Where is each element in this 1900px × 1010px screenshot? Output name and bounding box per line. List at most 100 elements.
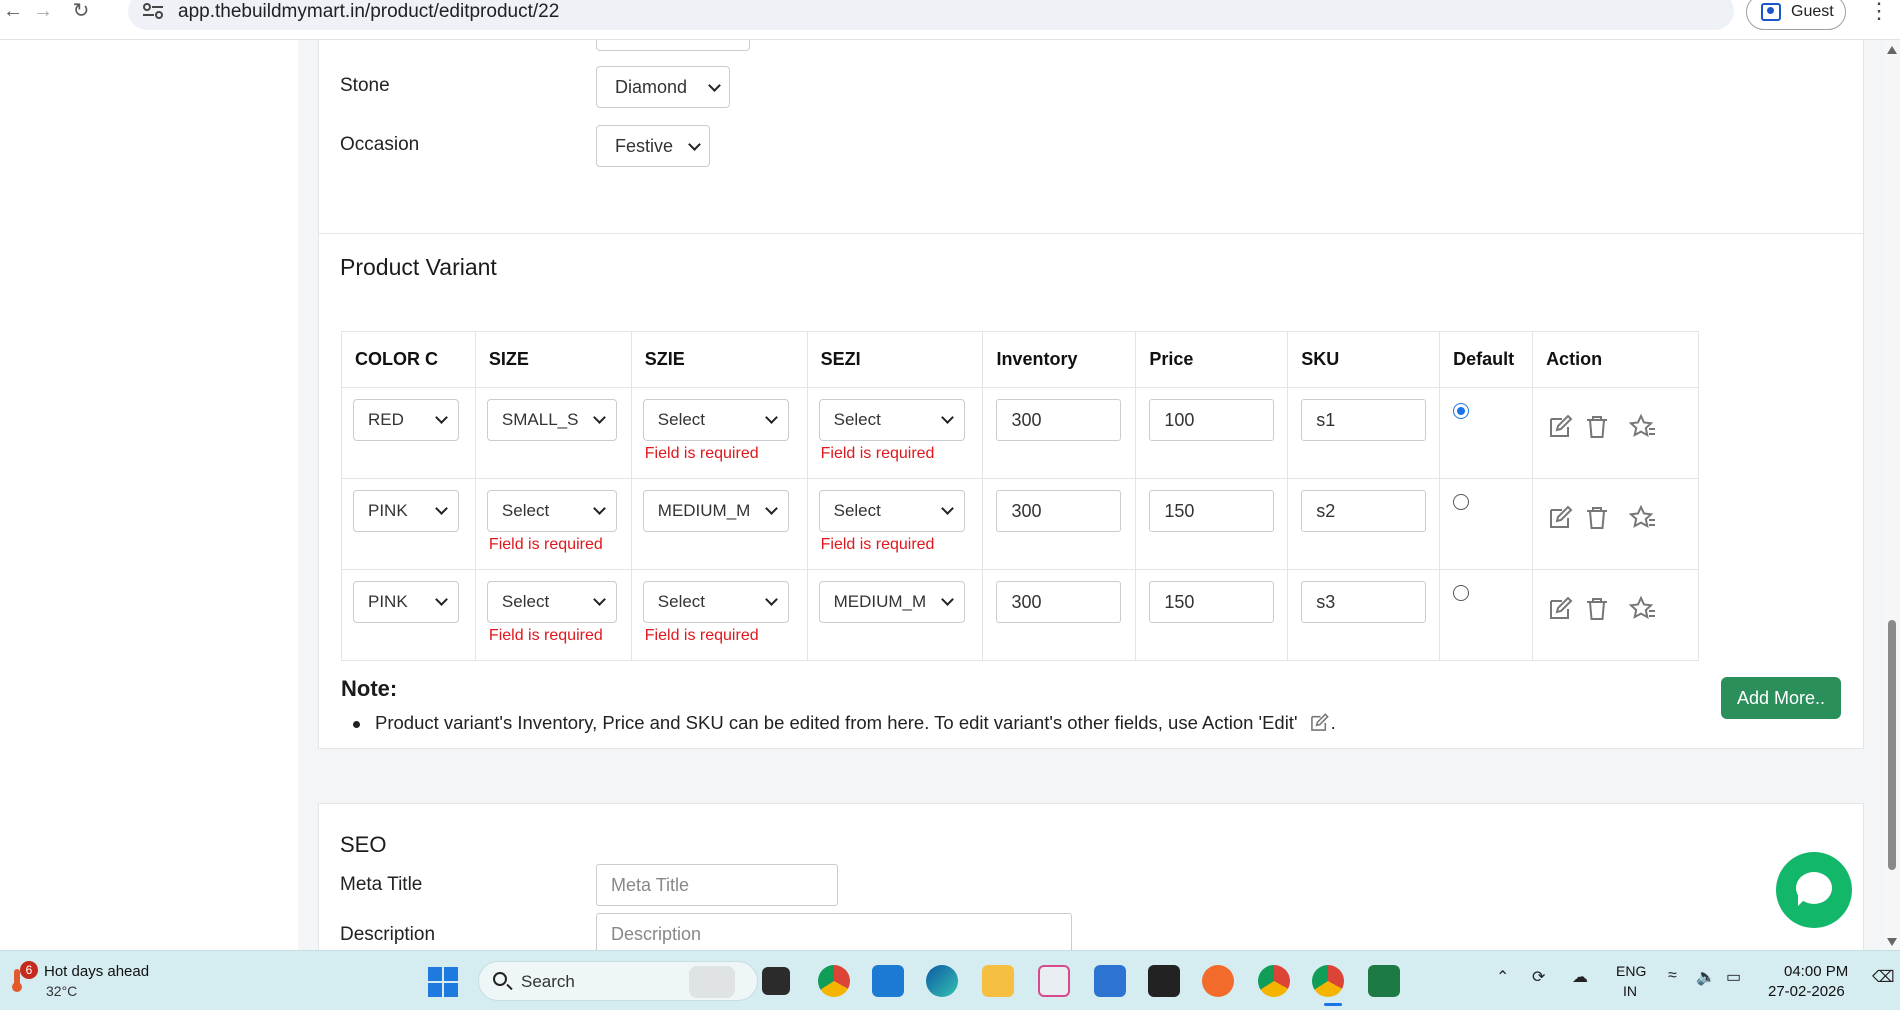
edit-icon[interactable] — [1546, 413, 1574, 441]
app-icon[interactable] — [1148, 965, 1180, 997]
site-settings-icon[interactable] — [142, 2, 164, 20]
favorite-icon[interactable] — [1629, 595, 1657, 623]
notification-icon[interactable]: ⌫ — [1872, 967, 1895, 987]
color-select[interactable]: PINK — [353, 581, 459, 623]
inventory-input[interactable]: 300 — [996, 581, 1122, 623]
error-message: Field is required — [644, 627, 759, 644]
task-view-icon[interactable] — [762, 967, 790, 995]
price-input[interactable]: 100 — [1149, 399, 1275, 441]
network-status-icon[interactable]: ☁ — [1572, 967, 1588, 987]
postman-icon[interactable] — [1202, 965, 1234, 997]
default-radio[interactable] — [1453, 403, 1470, 419]
add-more-button[interactable]: Add More.. — [1721, 677, 1841, 719]
partial-select[interactable] — [596, 40, 750, 51]
excel-icon[interactable] — [1368, 965, 1400, 997]
weather-temp[interactable]: 32°C — [46, 983, 77, 999]
url-text[interactable]: app.thebuildmymart.in/product/editproduc… — [178, 1, 559, 23]
table-cell: 300 — [982, 569, 1137, 661]
clock-date[interactable]: 27-02-2026 — [1768, 983, 1845, 1000]
meta-title-input[interactable]: Meta Title — [596, 864, 838, 906]
sezi-select[interactable]: Select — [818, 399, 965, 441]
chrome-icon[interactable] — [1258, 965, 1290, 997]
chrome-active-icon[interactable] — [1312, 965, 1344, 997]
back-icon[interactable]: ← — [0, 0, 26, 24]
description-input[interactable]: Description — [596, 913, 1072, 950]
color-value: PINK — [368, 592, 408, 611]
scroll-thumb[interactable] — [1888, 620, 1896, 870]
size-select[interactable]: Select — [486, 490, 617, 532]
sync-icon[interactable]: ⟳ — [1532, 967, 1545, 987]
table-cell: MEDIUM_M — [630, 478, 808, 570]
clock-time[interactable]: 04:00 PM — [1784, 963, 1848, 980]
table-header-row: COLOR C SIZE SZIE SEZI Inventory Price S… — [341, 331, 1699, 388]
sku-input[interactable]: s3 — [1301, 581, 1427, 623]
sku-input[interactable]: s2 — [1301, 490, 1427, 532]
sezi-select[interactable]: MEDIUM_M — [818, 581, 965, 623]
chevron-down-icon — [593, 593, 606, 606]
scroll-up-icon[interactable] — [1887, 46, 1897, 54]
column-header: Inventory — [982, 331, 1137, 388]
table-cell: s2 — [1287, 478, 1441, 570]
edge-icon[interactable] — [926, 965, 958, 997]
product-variant-title: Product Variant — [340, 254, 497, 280]
windows-start-icon[interactable] — [428, 967, 458, 997]
table-cell: RED — [341, 387, 476, 479]
scroll-down-icon[interactable] — [1887, 938, 1897, 946]
wifi-icon[interactable]: ≈ — [1668, 967, 1677, 985]
address-bar[interactable]: app.thebuildmymart.in/product/editproduc… — [128, 0, 1734, 30]
notepad-icon[interactable] — [1094, 965, 1126, 997]
szie-select[interactable]: Select — [642, 581, 789, 623]
color-select[interactable]: PINK — [353, 490, 459, 532]
occasion-value: Festive — [615, 136, 674, 156]
chrome-icon[interactable] — [818, 965, 850, 997]
note-suffix: . — [1330, 712, 1336, 733]
size-select[interactable]: Select — [486, 581, 617, 623]
vscode-icon[interactable] — [872, 965, 904, 997]
price-input[interactable]: 150 — [1149, 490, 1275, 532]
sku-input[interactable]: s1 — [1301, 399, 1427, 441]
szie-select[interactable]: Select — [642, 399, 789, 441]
battery-icon[interactable]: ▭ — [1726, 967, 1741, 987]
delete-icon[interactable] — [1583, 595, 1611, 623]
default-radio[interactable] — [1453, 585, 1470, 601]
stone-select[interactable]: Diamond — [596, 66, 730, 108]
chevron-down-icon — [708, 79, 721, 92]
seo-title: SEO — [340, 832, 387, 857]
column-header: SIZE — [474, 331, 632, 388]
color-select[interactable]: RED — [353, 399, 459, 441]
page-scrollbar[interactable] — [1884, 40, 1900, 950]
search-highlight-image — [689, 966, 735, 998]
edit-icon[interactable] — [1546, 504, 1574, 532]
language-indicator[interactable]: ENG — [1616, 963, 1646, 979]
chevron-down-icon — [764, 502, 778, 515]
inventory-input[interactable]: 300 — [996, 399, 1122, 441]
menu-icon[interactable]: ⋮ — [1868, 0, 1890, 22]
description-label: Description — [340, 924, 436, 945]
file-explorer-icon[interactable] — [982, 965, 1014, 997]
error-message: Field is required — [820, 445, 935, 462]
forward-icon[interactable]: → — [30, 0, 56, 24]
szie-select[interactable]: MEDIUM_M — [642, 490, 789, 532]
volume-muted-icon[interactable]: 🔈 — [1696, 967, 1716, 987]
sezi-select[interactable]: Select — [818, 490, 965, 532]
szie-value: Select — [657, 410, 706, 429]
default-radio[interactable] — [1453, 494, 1470, 510]
favorite-icon[interactable] — [1629, 504, 1657, 532]
chevron-up-icon[interactable]: ⌃ — [1496, 967, 1509, 987]
profile-button[interactable]: Guest — [1746, 0, 1846, 30]
price-input[interactable]: 150 — [1149, 581, 1275, 623]
chat-button[interactable] — [1776, 852, 1852, 928]
taskbar-search[interactable]: Search — [478, 961, 758, 1001]
size-select[interactable]: SMALL_S — [486, 399, 617, 441]
edit-icon[interactable] — [1546, 595, 1574, 623]
inventory-input[interactable]: 300 — [996, 490, 1122, 532]
delete-icon[interactable] — [1583, 504, 1611, 532]
reload-icon[interactable]: ↻ — [68, 0, 94, 24]
table-cell: PINK — [341, 478, 476, 570]
weather-title[interactable]: Hot days ahead — [44, 963, 149, 980]
language-region[interactable]: IN — [1623, 983, 1637, 999]
favorite-icon[interactable] — [1629, 413, 1657, 441]
delete-icon[interactable] — [1583, 413, 1611, 441]
snipping-tool-icon[interactable] — [1038, 965, 1070, 997]
occasion-select[interactable]: Festive — [596, 125, 710, 167]
